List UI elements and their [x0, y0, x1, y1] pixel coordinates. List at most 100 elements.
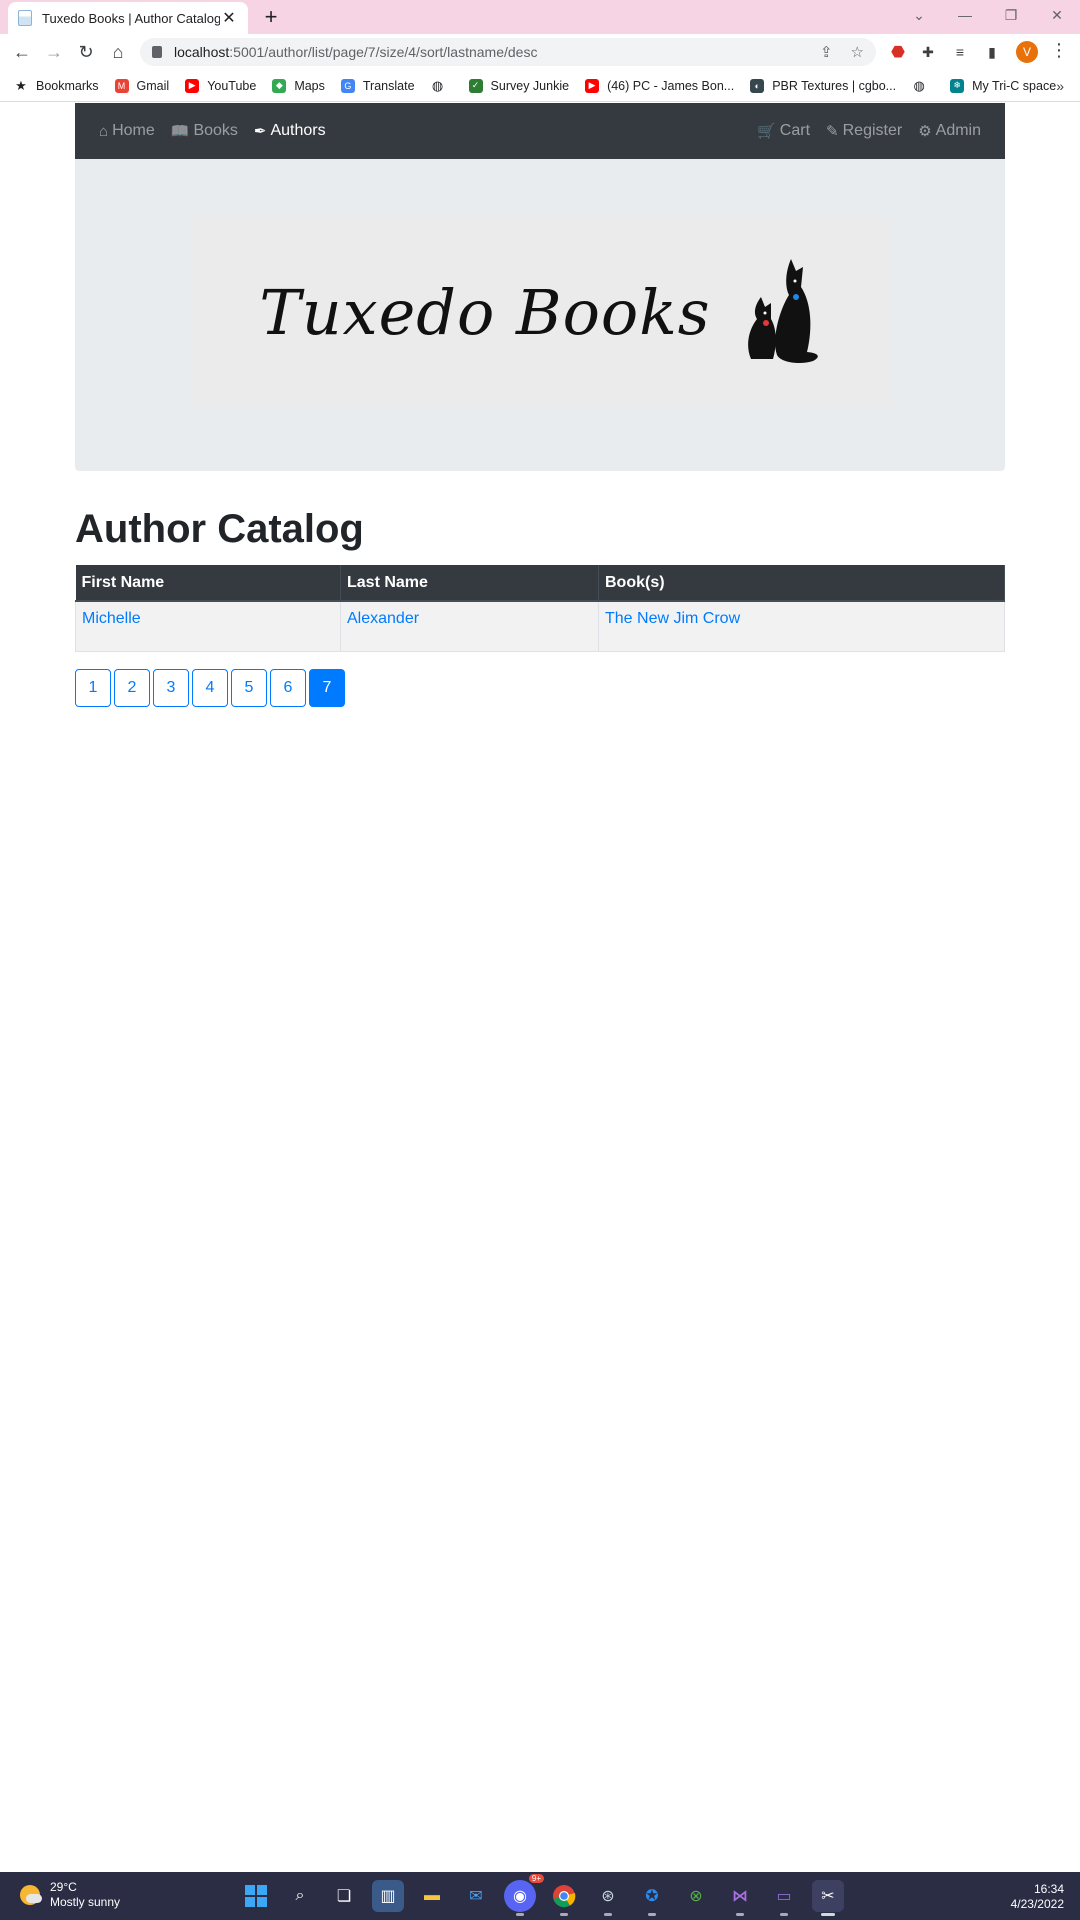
author-first-name-link[interactable]: Michelle — [82, 610, 141, 627]
bookmark-item[interactable]: ▶ (46) PC - James Bon... — [585, 78, 734, 93]
forward-icon[interactable]: → — [40, 38, 68, 66]
table-header-row: First Name Last Name Book(s) — [75, 565, 1005, 602]
search-icon[interactable]: ⌕ — [284, 1880, 316, 1912]
task-view-icon[interactable]: ❏ — [328, 1880, 360, 1912]
cart-icon: 🛒 — [757, 123, 776, 140]
page-link-7[interactable]: 7 — [309, 668, 345, 707]
steam-icon[interactable]: ⊛ — [592, 1880, 624, 1916]
bookmark-item[interactable]: ◆ Maps — [272, 78, 325, 93]
feather-icon: ✒ — [253, 123, 267, 140]
nav-register-label: Register — [842, 122, 903, 139]
pagination: 1 2 3 4 5 6 7 — [75, 668, 1005, 707]
snipping-tool-icon[interactable]: ✂ — [812, 1880, 844, 1916]
media-queue-icon[interactable]: ≡ — [950, 42, 970, 62]
bookmark-item[interactable]: ◍ — [912, 78, 934, 93]
gear-icon: ⚙ — [918, 123, 932, 140]
system-clock[interactable]: 16:34 4/23/2022 — [1011, 1882, 1064, 1912]
logo-text: Tuxedo Books — [259, 275, 711, 349]
nav-cart-link[interactable]: 🛒 Cart — [757, 122, 810, 140]
bookmark-item[interactable]: M Gmail — [114, 78, 169, 93]
bookmark-item[interactable]: ❄ My Tri-C space — [950, 78, 1056, 93]
share-icon[interactable]: ⇪ — [820, 43, 833, 61]
reload-icon[interactable]: ↻ — [72, 38, 100, 66]
page-link-2[interactable]: 2 — [114, 668, 150, 707]
nav-home-link[interactable]: ⌂ Home — [99, 122, 155, 140]
cell-last-name: Alexander — [340, 600, 599, 652]
header-first-name[interactable]: First Name — [75, 565, 341, 602]
page-container: ⌂ Home 📖 Books ✒ Authors 🛒 Cart ✎ Regist… — [75, 103, 1005, 707]
mail-icon[interactable]: ✉ — [460, 1880, 492, 1912]
page-link-1[interactable]: 1 — [75, 668, 111, 707]
page-link-6[interactable]: 6 — [270, 668, 306, 707]
terminal-icon[interactable]: ▭ — [768, 1880, 800, 1916]
home-icon: ⌂ — [99, 122, 109, 140]
browser-tab[interactable]: Tuxedo Books | Author Catalog ✕ — [8, 2, 248, 34]
weather-widget[interactable]: 29°C Mostly sunny — [20, 1880, 120, 1910]
table-row: Michelle Alexander The New Jim Crow — [75, 600, 1005, 652]
bookmark-item[interactable]: ◍ — [431, 78, 453, 93]
page-title: Author Catalog — [75, 507, 364, 551]
discord-icon[interactable]: ◉ 9+ — [504, 1874, 544, 1916]
tab-close-icon[interactable]: ✕ — [220, 8, 238, 28]
nav-register-link[interactable]: ✎ Register — [826, 122, 902, 140]
bookmark-item[interactable]: ✓ Survey Junkie — [468, 78, 569, 93]
header-last-name[interactable]: Last Name — [340, 565, 599, 602]
extensions-puzzle-icon[interactable]: ✚ — [918, 42, 938, 62]
nav-authors-link[interactable]: ✒ Authors — [254, 122, 326, 140]
page-favicon-icon — [18, 10, 32, 26]
palette-icon: ◐ — [750, 78, 765, 93]
home-icon[interactable]: ⌂ — [104, 38, 132, 66]
bookmark-label: Translate — [362, 78, 415, 93]
widgets-app-icon[interactable]: ▥ — [372, 1880, 404, 1912]
bookmark-label: Maps — [294, 78, 325, 93]
bookmark-item[interactable]: ◐ PBR Textures | cgbo... — [750, 78, 896, 93]
taskbar-apps: ⌕ ❏ ▥ ▬ ✉ ◉ 9+ ⊛ ✪ ⊗ ⋈ ▭ ✂ — [240, 1874, 856, 1916]
clock-date: 4/23/2022 — [1010, 1897, 1064, 1911]
nav-cart-label: Cart — [779, 122, 811, 139]
bookmark-item[interactable]: G Translate — [340, 78, 415, 93]
close-window-icon[interactable]: ✕ — [1034, 0, 1080, 30]
weather-desc: Mostly sunny — [50, 1895, 121, 1909]
profile-avatar[interactable]: V — [1016, 41, 1038, 63]
file-explorer-icon[interactable]: ▬ — [416, 1880, 448, 1912]
book-title-link[interactable]: The New Jim Crow — [605, 610, 740, 627]
restore-icon[interactable]: ❐ — [988, 0, 1034, 30]
back-icon[interactable]: ← — [8, 38, 36, 66]
nav-books-link[interactable]: 📖 Books — [171, 122, 238, 140]
url-path: :5001/author/list/page/7/size/4/sort/las… — [229, 44, 538, 60]
visual-studio-icon[interactable]: ⋈ — [724, 1880, 756, 1916]
header-books[interactable]: Book(s) — [598, 565, 1005, 602]
new-tab-button[interactable]: + — [258, 4, 284, 30]
menu-kebab-icon[interactable]: ⋮ — [1050, 40, 1068, 61]
minimize-icon[interactable]: — — [942, 0, 988, 30]
author-last-name-link[interactable]: Alexander — [347, 610, 419, 627]
adblock-icon[interactable]: ⬣ — [888, 42, 908, 62]
jumbotron: Tuxedo Books — [75, 159, 1005, 471]
tab-search-icon[interactable]: ⌄ — [896, 0, 942, 30]
tab-title: Tuxedo Books | Author Catalog — [42, 10, 220, 26]
side-panel-icon[interactable]: ▮ — [982, 42, 1002, 62]
youtube-icon: ▶ — [185, 78, 200, 93]
clock-time: 16:34 — [1033, 1882, 1064, 1896]
bookmarks-overflow-icon[interactable]: » — [1056, 78, 1064, 94]
bookmark-item[interactable]: ★ Bookmarks — [14, 78, 99, 93]
chrome-icon[interactable] — [548, 1880, 580, 1916]
page-link-3[interactable]: 3 — [153, 668, 189, 707]
nav-admin-link[interactable]: ⚙ Admin — [918, 122, 981, 140]
taskbar: 29°C Mostly sunny ⌕ ❏ ▥ ▬ ✉ ◉ 9+ ⊛ ✪ ⊗ ⋈ … — [0, 1872, 1080, 1920]
bookmark-item[interactable]: ▶ YouTube — [185, 78, 256, 93]
bookmarks-bar: ★ Bookmarks M Gmail ▶ YouTube ◆ Maps G Translate ◍… — [0, 70, 1080, 102]
lock-icon — [152, 46, 162, 58]
page-link-4[interactable]: 4 — [192, 668, 228, 707]
discord-badge: 9+ — [528, 1874, 544, 1883]
tuxedo-cats-icon — [747, 259, 818, 363]
page-link-5[interactable]: 5 — [231, 668, 267, 707]
bookmark-label: Bookmarks — [36, 78, 99, 93]
nav-authors-label: Authors — [270, 122, 326, 139]
xbox-icon[interactable]: ⊗ — [680, 1880, 712, 1912]
bookmark-star-icon[interactable]: ☆ — [851, 43, 864, 61]
battlenet-icon[interactable]: ✪ — [636, 1880, 668, 1916]
windows-start-icon[interactable] — [240, 1880, 272, 1912]
site-logo: Tuxedo Books — [189, 219, 891, 405]
address-bar[interactable]: localhost :5001/author/list/page/7/size/… — [140, 38, 876, 66]
